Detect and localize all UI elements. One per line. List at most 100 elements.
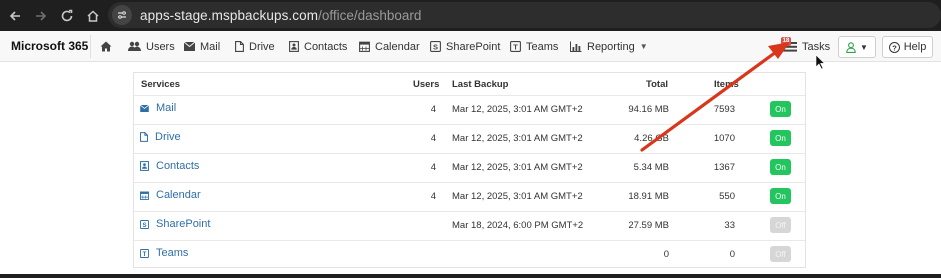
nav-contacts[interactable]: Contacts bbox=[289, 39, 347, 54]
nav-teams-label: Teams bbox=[526, 40, 559, 53]
service-name: SharePoint bbox=[156, 218, 211, 230]
service-link-contacts[interactable]: Contacts bbox=[140, 160, 199, 172]
svg-text:T: T bbox=[143, 250, 147, 257]
header-total: Total bbox=[646, 79, 668, 90]
services-table: Services Users Last Backup Total Items M… bbox=[133, 72, 806, 268]
nav-calendar-label: Calendar bbox=[375, 40, 420, 53]
nav-drive[interactable]: Drive bbox=[235, 39, 275, 54]
calendar-icon bbox=[359, 41, 370, 52]
nav-calendar[interactable]: Calendar bbox=[359, 39, 420, 54]
teams-icon: T bbox=[510, 41, 521, 52]
contact-card-icon bbox=[289, 41, 299, 52]
forward-arrow-icon[interactable] bbox=[30, 5, 52, 27]
site-info-icon[interactable] bbox=[112, 5, 132, 25]
table-row: T Teams 0 0 Off bbox=[134, 240, 805, 269]
chevron-down-icon: ▼ bbox=[860, 42, 868, 52]
header-last-backup: Last Backup bbox=[452, 79, 509, 90]
users-count: 4 bbox=[430, 133, 436, 144]
brand-title[interactable]: Microsoft 365 bbox=[11, 39, 88, 53]
nav-teams[interactable]: T Teams bbox=[510, 39, 558, 54]
calendar-icon bbox=[140, 191, 149, 200]
service-link-calendar[interactable]: Calendar bbox=[140, 189, 201, 201]
service-link-teams[interactable]: T Teams bbox=[140, 247, 188, 259]
users-count: 4 bbox=[430, 191, 436, 202]
tasks-button[interactable]: 18 Tasks bbox=[778, 35, 834, 58]
service-link-mail[interactable]: Mail bbox=[140, 102, 176, 114]
file-icon bbox=[140, 132, 148, 142]
status-toggle-contacts[interactable]: On bbox=[770, 159, 791, 175]
table-row: Drive 4 Mar 12, 2025, 3:01 AM GMT+2 4.26… bbox=[134, 124, 805, 153]
nav-sharepoint[interactable]: S SharePoint bbox=[430, 39, 500, 54]
service-name: Contacts bbox=[156, 160, 200, 172]
nav-drive-label: Drive bbox=[249, 40, 275, 53]
users-count: 4 bbox=[430, 104, 436, 115]
last-backup: Mar 12, 2025, 3:01 AM GMT+2 bbox=[452, 191, 583, 202]
total-size: 0 bbox=[663, 249, 669, 260]
bar-chart-icon bbox=[570, 41, 582, 52]
svg-text:S: S bbox=[142, 221, 146, 228]
address-bar[interactable]: apps-stage.mspbackups.com/office/dashboa… bbox=[108, 2, 941, 28]
service-name: Drive bbox=[155, 131, 181, 143]
svg-text:T: T bbox=[513, 42, 518, 51]
status-toggle-sharepoint[interactable]: Off bbox=[770, 217, 791, 233]
service-link-drive[interactable]: Drive bbox=[140, 131, 181, 143]
status-toggle-mail[interactable]: On bbox=[770, 101, 791, 117]
teams-icon: T bbox=[140, 248, 149, 258]
back-arrow-icon[interactable] bbox=[4, 5, 26, 27]
window-bottom-edge bbox=[0, 274, 941, 278]
nav-mail-label: Mail bbox=[200, 40, 221, 53]
items-count: 7593 bbox=[713, 104, 735, 115]
last-backup: Mar 12, 2025, 3:01 AM GMT+2 bbox=[452, 104, 583, 115]
header-users: Users bbox=[413, 79, 440, 90]
items-count: 33 bbox=[724, 220, 735, 231]
home-icon[interactable] bbox=[82, 5, 104, 27]
total-size: 5.34 MB bbox=[633, 162, 669, 173]
items-count: 550 bbox=[719, 191, 735, 202]
nav-reporting[interactable]: Reporting ▼ bbox=[570, 39, 648, 54]
nav-reporting-label: Reporting bbox=[587, 40, 635, 53]
user-icon bbox=[846, 41, 856, 53]
envelope-icon bbox=[184, 42, 195, 51]
nav-sharepoint-label: SharePoint bbox=[446, 40, 501, 53]
browser-toolbar: apps-stage.mspbackups.com/office/dashboa… bbox=[0, 0, 941, 31]
items-count: 0 bbox=[729, 249, 735, 260]
user-menu-button[interactable]: ▼ bbox=[838, 36, 876, 58]
help-button[interactable]: ? Help bbox=[882, 36, 933, 58]
url-path: /office/dashboard bbox=[318, 7, 422, 23]
chevron-down-icon: ▼ bbox=[639, 42, 648, 51]
app-navbar: Microsoft 365 Users Mail Drive Contacts … bbox=[0, 31, 941, 62]
nav-users-label: Users bbox=[146, 40, 175, 53]
tasks-badge: 18 bbox=[781, 37, 791, 46]
users-count: 4 bbox=[430, 162, 436, 173]
file-icon bbox=[235, 41, 244, 52]
question-circle-icon: ? bbox=[888, 41, 900, 53]
table-row: Contacts 4 Mar 12, 2025, 3:01 AM GMT+2 5… bbox=[134, 153, 805, 182]
service-name: Calendar bbox=[156, 189, 201, 201]
table-row: S SharePoint Mar 18, 2024, 6:00 PM GMT+2… bbox=[134, 211, 805, 240]
total-size: 94.16 MB bbox=[628, 104, 669, 115]
header-items: Items bbox=[714, 79, 739, 90]
status-toggle-teams[interactable]: Off bbox=[770, 246, 791, 262]
service-name: Teams bbox=[156, 247, 189, 259]
service-link-sharepoint[interactable]: S SharePoint bbox=[140, 218, 210, 230]
nav-divider bbox=[90, 35, 91, 58]
nav-users[interactable]: Users bbox=[128, 39, 175, 54]
status-toggle-drive[interactable]: On bbox=[770, 130, 791, 146]
envelope-icon bbox=[140, 104, 149, 112]
sharepoint-icon: S bbox=[140, 219, 149, 229]
svg-text:S: S bbox=[433, 42, 438, 51]
table-row: Calendar 4 Mar 12, 2025, 3:01 AM GMT+2 1… bbox=[134, 182, 805, 211]
last-backup: Mar 12, 2025, 3:01 AM GMT+2 bbox=[452, 162, 583, 173]
last-backup: Mar 12, 2025, 3:01 AM GMT+2 bbox=[452, 133, 583, 144]
nav-mail[interactable]: Mail bbox=[184, 39, 220, 54]
nav-home[interactable] bbox=[100, 39, 117, 54]
sharepoint-icon: S bbox=[430, 41, 441, 52]
status-toggle-calendar[interactable]: On bbox=[770, 188, 791, 204]
service-name: Mail bbox=[156, 102, 177, 114]
tasks-label: Tasks bbox=[802, 40, 831, 53]
contact-card-icon bbox=[140, 161, 149, 171]
reload-icon[interactable] bbox=[56, 5, 78, 27]
users-icon bbox=[128, 41, 141, 51]
help-label: Help bbox=[903, 41, 927, 53]
last-backup: Mar 18, 2024, 6:00 PM GMT+2 bbox=[452, 220, 584, 231]
